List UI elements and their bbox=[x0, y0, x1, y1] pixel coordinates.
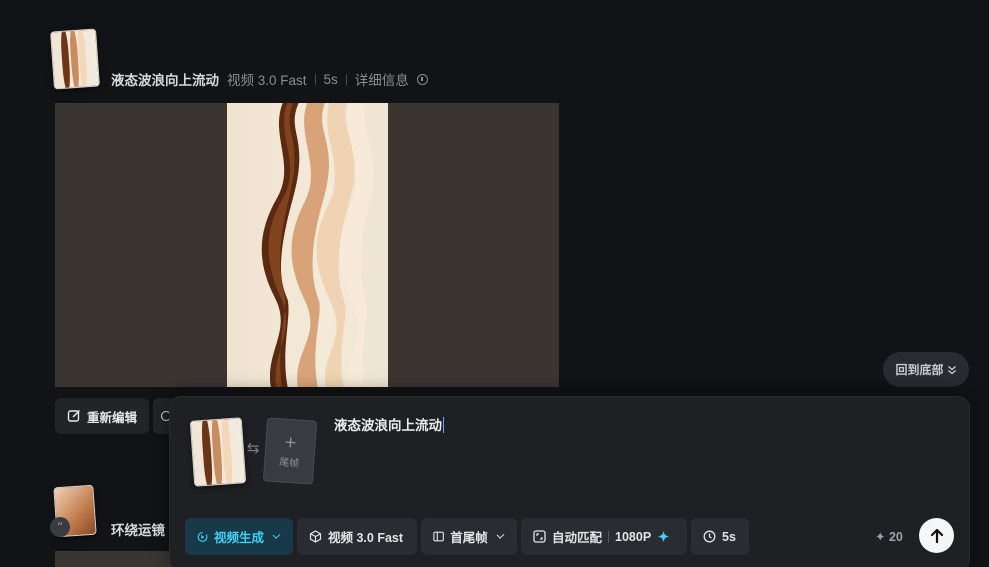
divider bbox=[345, 73, 347, 85]
model-label: 视频 3.0 Fast bbox=[328, 531, 404, 545]
frames-icon bbox=[433, 531, 444, 542]
divider bbox=[608, 530, 610, 543]
ratio-resolution-selector[interactable]: 自动匹配 1080P bbox=[521, 518, 687, 555]
details-link[interactable]: 详细信息 bbox=[355, 69, 409, 89]
chevron-down-icon bbox=[272, 530, 281, 539]
frame-mode-dropdown[interactable]: 首尾帧 bbox=[421, 518, 517, 555]
re-edit-button[interactable]: 重新编辑 bbox=[55, 398, 149, 434]
first-frame-thumbnail[interactable] bbox=[189, 417, 247, 487]
arrow-up-icon bbox=[930, 528, 943, 543]
chevron-down-icon bbox=[496, 530, 505, 539]
record-title: 液态波浪向上流动 bbox=[111, 73, 219, 88]
divider bbox=[314, 73, 316, 85]
prompt-input[interactable]: 液态波浪向上流动 bbox=[334, 414, 444, 434]
sparkle-icon bbox=[657, 530, 670, 543]
end-frame-label: 尾帧 bbox=[278, 456, 300, 470]
aspect-ratio-icon bbox=[533, 530, 546, 543]
duration-label: 5s bbox=[722, 529, 736, 544]
double-chevron-down-icon bbox=[947, 365, 956, 374]
prompt-text: 液态波浪向上流动 bbox=[334, 418, 442, 433]
record-title-row: 液态波浪向上流动 视频 3.0 Fast 5s 详细信息 bbox=[111, 70, 428, 88]
clock-icon bbox=[703, 530, 716, 543]
duration-selector[interactable]: 5s bbox=[691, 518, 749, 555]
send-button[interactable] bbox=[919, 518, 954, 553]
back-to-bottom-button[interactable]: 回到底部 bbox=[883, 352, 969, 387]
plus-icon: + bbox=[283, 431, 298, 454]
credits-cost: ✦ 20 bbox=[875, 530, 903, 544]
video-preview[interactable] bbox=[55, 103, 559, 387]
re-edit-label: 重新编辑 bbox=[86, 410, 137, 425]
prompt-composer: ⇆ + 尾帧 液态波浪向上流动 视频生成 视频 3.0 Fast 首尾帧 自动匹… bbox=[169, 396, 970, 567]
record-thumbnail[interactable] bbox=[50, 28, 100, 90]
cube-icon bbox=[309, 530, 322, 543]
mode-dropdown[interactable]: 视频生成 bbox=[185, 518, 293, 555]
model-selector[interactable]: 视频 3.0 Fast bbox=[297, 518, 417, 555]
text-caret bbox=[443, 417, 444, 433]
video-preview-partial[interactable] bbox=[55, 551, 175, 567]
ratio-label: 自动匹配 bbox=[552, 531, 603, 545]
record-model: 视频 3.0 Fast bbox=[227, 73, 307, 88]
liquid-waves-image bbox=[261, 103, 374, 387]
swap-icon[interactable]: ⇆ bbox=[247, 439, 260, 457]
resolution-label: 1080P bbox=[615, 529, 652, 544]
end-frame-upload[interactable]: + 尾帧 bbox=[262, 417, 318, 485]
quote-badge: “ bbox=[50, 517, 70, 537]
frame-mode-label: 首尾帧 bbox=[450, 531, 488, 545]
video-frame bbox=[227, 103, 388, 387]
edit-icon bbox=[67, 409, 81, 422]
mode-label: 视频生成 bbox=[214, 531, 265, 545]
record-title: 环绕运镜 bbox=[111, 523, 165, 538]
video-generate-icon bbox=[197, 531, 208, 542]
info-icon[interactable] bbox=[416, 73, 428, 85]
record-duration: 5s bbox=[323, 71, 338, 87]
back-to-bottom-label: 回到底部 bbox=[895, 363, 944, 377]
